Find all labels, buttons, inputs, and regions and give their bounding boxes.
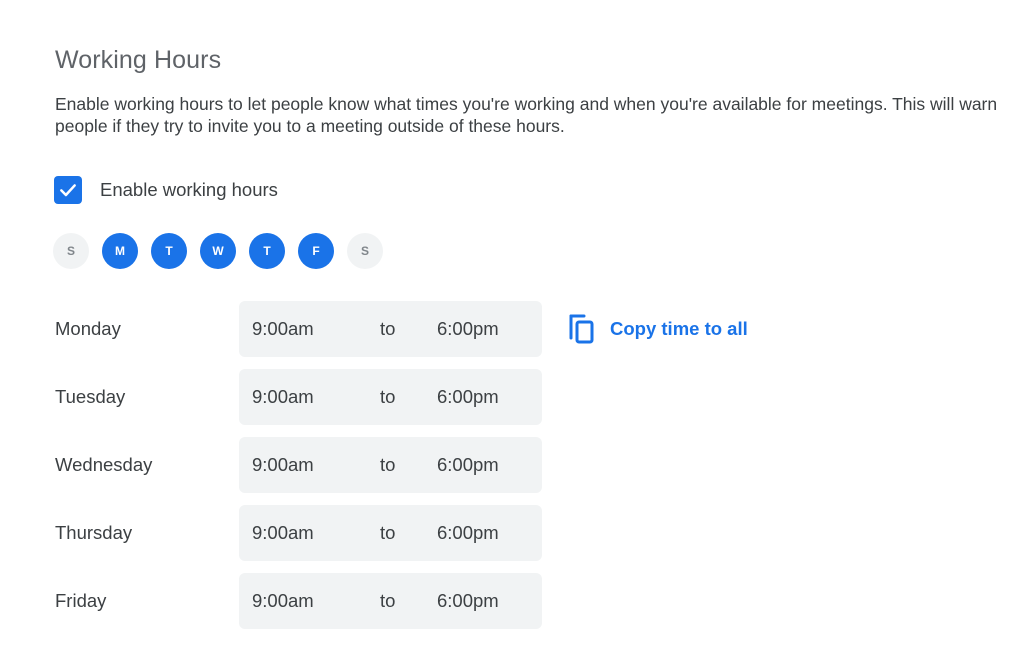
schedule-row-friday: Friday 9:00am to 6:00pm	[55, 573, 542, 629]
range-separator: to	[380, 386, 396, 407]
start-time-select[interactable]: 9:00am	[252, 522, 314, 544]
day-toggle-friday[interactable]: F	[298, 233, 334, 269]
day-toggle-sunday[interactable]: S	[53, 233, 89, 269]
copy-time-to-all-button[interactable]: Copy time to all	[568, 314, 748, 344]
enable-working-hours-checkbox[interactable]	[54, 176, 82, 204]
end-time-select[interactable]: 6:00pm	[437, 454, 499, 476]
day-name: Monday	[55, 318, 121, 339]
schedule-row-wednesday: Wednesday 9:00am to 6:00pm	[55, 437, 542, 493]
time-range: 9:00am to 6:00pm	[239, 437, 542, 493]
day-toggle-thursday[interactable]: T	[249, 233, 285, 269]
time-range: 9:00am to 6:00pm	[239, 301, 542, 357]
schedule-row-thursday: Thursday 9:00am to 6:00pm	[55, 505, 542, 561]
enable-working-hours-checkbox-row[interactable]: Enable working hours	[54, 176, 278, 204]
day-toggle-monday[interactable]: M	[102, 233, 138, 269]
day-name: Thursday	[55, 522, 133, 543]
day-toggle-saturday[interactable]: S	[347, 233, 383, 269]
range-separator: to	[380, 454, 396, 475]
copy-time-to-all-label: Copy time to all	[610, 318, 748, 339]
day-name: Friday	[55, 590, 107, 611]
time-range: 9:00am to 6:00pm	[239, 505, 542, 561]
day-name: Tuesday	[55, 386, 126, 407]
schedule-row-tuesday: Tuesday 9:00am to 6:00pm	[55, 369, 542, 425]
day-toggle-tuesday[interactable]: T	[151, 233, 187, 269]
range-separator: to	[380, 590, 396, 611]
end-time-select[interactable]: 6:00pm	[437, 522, 499, 544]
start-time-select[interactable]: 9:00am	[252, 454, 314, 476]
day-name: Wednesday	[55, 454, 153, 475]
start-time-select[interactable]: 9:00am	[252, 590, 314, 612]
end-time-select[interactable]: 6:00pm	[437, 386, 499, 408]
time-range: 9:00am to 6:00pm	[239, 369, 542, 425]
start-time-select[interactable]: 9:00am	[252, 318, 314, 340]
time-range: 9:00am to 6:00pm	[239, 573, 542, 629]
day-toggle-wednesday[interactable]: W	[200, 233, 236, 269]
end-time-select[interactable]: 6:00pm	[437, 590, 499, 612]
copy-icon	[569, 314, 594, 344]
section-description: Enable working hours to let people know …	[55, 94, 998, 136]
checkmark-icon	[60, 184, 76, 197]
start-time-select[interactable]: 9:00am	[252, 386, 314, 408]
end-time-select[interactable]: 6:00pm	[437, 318, 499, 340]
range-separator: to	[380, 318, 396, 339]
schedule-row-monday: Monday 9:00am to 6:00pm	[55, 301, 542, 357]
page-title: Working Hours	[55, 46, 222, 74]
day-toggle-group: S M T W T F S	[53, 233, 383, 269]
range-separator: to	[380, 522, 396, 543]
enable-working-hours-label: Enable working hours	[100, 179, 278, 200]
